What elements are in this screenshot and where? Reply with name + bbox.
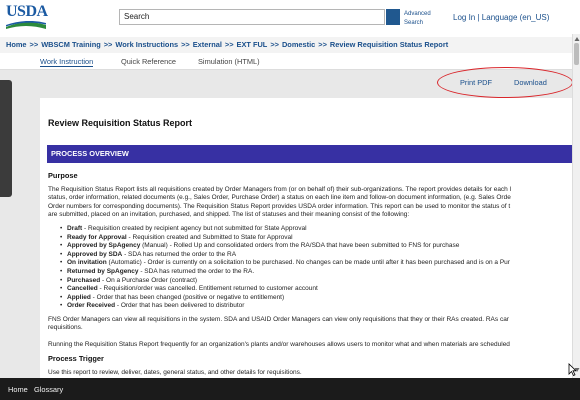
process-trigger-heading: Process Trigger [48, 354, 104, 363]
status-term: Purchased [67, 276, 101, 284]
breadcrumb-sep: >> [318, 40, 327, 49]
status-term: Approved by SDA [67, 250, 123, 258]
status-desc: - Requisition created by recipient agenc… [82, 225, 307, 232]
footer-home-link[interactable]: Home [8, 385, 28, 394]
header-separator: | [477, 13, 480, 22]
paragraph-line: requisitions. [48, 324, 83, 332]
breadcrumb-sep: >> [29, 40, 39, 49]
mouse-cursor-icon [568, 363, 576, 376]
status-desc: - Order that has been changed (positive … [90, 293, 285, 301]
purpose-line: Order numbers for corresponding document… [48, 202, 511, 210]
section-header-bar: PROCESS OVERVIEW [47, 145, 572, 163]
status-desc: - Order that has been delivered to distr… [115, 302, 245, 310]
breadcrumb-sep: >> [270, 40, 279, 49]
status-term: Order Received [67, 302, 116, 310]
footer-bar: Home Glossary [0, 378, 580, 400]
breadcrumb-work-instructions[interactable]: Work Instructions [115, 40, 178, 49]
status-list: Draft - Requisition created by recipient… [60, 225, 510, 311]
breadcrumb-ext-ful[interactable]: EXT FUL [237, 40, 268, 49]
section-header-text: PROCESS OVERVIEW [51, 149, 129, 158]
status-term: Approved by SpAgency [67, 242, 141, 250]
footer-glossary-link[interactable]: Glossary [34, 385, 63, 394]
purpose-heading: Purpose [48, 171, 78, 180]
scrollbar-thumb[interactable] [574, 43, 579, 65]
breadcrumb-external[interactable]: External [193, 40, 222, 49]
logo-swoosh-icon [6, 21, 46, 29]
search-button[interactable] [386, 9, 400, 25]
breadcrumb-current: Review Requisition Status Report [329, 40, 449, 49]
status-item: Returned by SpAgency - SDA has returned … [60, 268, 510, 277]
search-input[interactable]: Search [119, 9, 385, 25]
status-desc: - On a Purchase Order (contract) [100, 276, 198, 284]
status-desc: - Requisition created and Submitted to S… [126, 233, 293, 241]
status-item: Cancelled - Requisition/order was cancel… [60, 285, 510, 294]
tab-work-instruction[interactable]: Work Instruction [40, 57, 94, 67]
status-term: Returned by SpAgency [67, 267, 139, 275]
status-item: Approved by SDA - SDA has returned the o… [60, 251, 510, 260]
running-report-paragraph: Running the Requisition Status Report fr… [48, 341, 510, 348]
paragraph-line: FNS Order Managers can view all requisit… [48, 316, 509, 323]
usda-logo[interactable]: USDA [6, 4, 48, 30]
breadcrumb-domestic[interactable]: Domestic [282, 40, 315, 49]
purpose-line: are submitted, placed on an invitation, … [48, 211, 410, 219]
language-link[interactable]: Language (en_US) [482, 13, 550, 22]
status-item: On invitation (Automatic) - Order is cur… [60, 259, 510, 268]
page-root: USDA Search Advanced Search Log In | Lan… [0, 0, 580, 400]
status-term: Ready for Approval [67, 233, 127, 241]
status-desc: (Automatic) - Order is currently on a so… [106, 259, 510, 267]
order-managers-paragraph: FNS Order Managers can view all requisit… [48, 316, 572, 333]
process-trigger-paragraph: Use this report to review, deliver, date… [48, 369, 302, 376]
top-header: USDA Search Advanced Search Log In | Lan… [0, 0, 580, 34]
side-panel-handle[interactable] [0, 80, 12, 197]
scroll-up-arrow-icon[interactable] [574, 36, 580, 42]
document-page: Review Requisition Status Report PROCESS… [40, 98, 572, 378]
status-item: Approved by SpAgency (Manual) - Rolled U… [60, 242, 510, 251]
status-desc: - SDA has returned the order to the RA [122, 250, 237, 258]
breadcrumb: Home >> WBSCM Training >> Work Instructions >… [0, 37, 572, 53]
logo-text: USDA [6, 3, 48, 20]
highlight-annotation [437, 67, 573, 98]
purpose-paragraph: The Requisition Status Report lists all … [48, 186, 572, 220]
breadcrumb-sep: >> [181, 40, 190, 49]
status-term: Draft [67, 225, 83, 232]
purpose-line: status, order information, related docum… [48, 194, 511, 202]
status-item: Draft - Requisition created by recipient… [60, 225, 510, 234]
breadcrumb-wbscm-training[interactable]: WBSCM Training [41, 40, 101, 49]
status-item: Ready for Approval - Requisition created… [60, 234, 510, 243]
advanced-search-link[interactable]: Advanced Search [404, 10, 434, 28]
document-title: Review Requisition Status Report [48, 118, 193, 128]
breadcrumb-sep: >> [103, 40, 113, 49]
status-desc: (Manual) - Rolled Up and consolidated or… [140, 242, 460, 250]
status-item: Applied - Order that has been changed (p… [60, 294, 510, 303]
tab-quick-reference[interactable]: Quick Reference [121, 57, 176, 66]
breadcrumb-home[interactable]: Home [6, 40, 27, 49]
status-term: Cancelled [67, 285, 98, 293]
vertical-scrollbar[interactable] [572, 34, 580, 378]
status-desc: - Requisition/order was cancelled. Entit… [97, 285, 318, 293]
purpose-line: The Requisition Status Report lists all … [48, 186, 512, 193]
status-term: On invitation [67, 259, 107, 267]
status-desc: - SDA has returned the order to the RA. [138, 267, 255, 275]
login-language-area: Log In | Language (en_US) [453, 13, 549, 22]
status-item: Order Received - Order that has been del… [60, 302, 510, 311]
breadcrumb-sep: >> [224, 40, 234, 49]
status-term: Applied [67, 293, 91, 301]
tab-simulation-html[interactable]: Simulation (HTML) [198, 57, 260, 66]
status-item: Purchased - On a Purchase Order (contrac… [60, 277, 510, 286]
login-link[interactable]: Log In [453, 13, 475, 22]
